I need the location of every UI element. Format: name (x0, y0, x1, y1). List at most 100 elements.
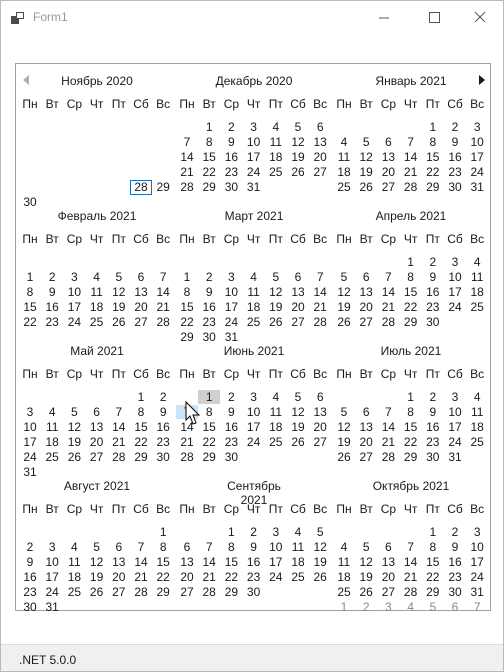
calendar-day[interactable]: 27 (309, 165, 331, 179)
calendar-day[interactable]: 27 (130, 315, 152, 329)
calendar-day[interactable]: 17 (220, 300, 242, 314)
calendar-day[interactable]: 3 (19, 405, 41, 419)
next-month-arrow-icon[interactable] (478, 75, 486, 85)
calendar-day[interactable]: 5 (333, 405, 355, 419)
calendar-day[interactable]: 3 (41, 540, 63, 554)
calendar-day[interactable]: 25 (333, 585, 355, 599)
calendar-day[interactable]: 22 (130, 435, 152, 449)
calendar-day[interactable]: 3 (444, 390, 466, 404)
calendar-day[interactable]: 30 (444, 585, 466, 599)
calendar-day[interactable]: 15 (400, 285, 422, 299)
calendar-day[interactable]: 8 (400, 270, 422, 284)
calendar-day[interactable]: 19 (86, 570, 108, 584)
calendar-day[interactable]: 13 (355, 420, 377, 434)
calendar-day[interactable]: 11 (63, 555, 85, 569)
calendar-day[interactable]: 26 (287, 165, 309, 179)
calendar-day[interactable]: 22 (400, 435, 422, 449)
calendar-day[interactable]: 8 (176, 285, 198, 299)
calendar-day[interactable]: 30 (152, 450, 174, 464)
calendar-day[interactable]: 24 (19, 450, 41, 464)
calendar-day[interactable]: 18 (41, 435, 63, 449)
calendar-day[interactable]: 29 (400, 450, 422, 464)
calendar-day[interactable]: 27 (377, 180, 399, 194)
calendar-day[interactable]: 1 (220, 525, 242, 539)
calendar-day[interactable]: 18 (265, 150, 287, 164)
calendar-day[interactable]: 9 (422, 405, 444, 419)
calendar-day[interactable]: 11 (41, 420, 63, 434)
calendar-day[interactable]: 7 (377, 405, 399, 419)
calendar-day[interactable]: 9 (243, 540, 265, 554)
calendar-day[interactable]: 25 (287, 570, 309, 584)
calendar-day[interactable]: 6 (444, 600, 466, 614)
calendar-day[interactable]: 19 (108, 300, 130, 314)
calendar-day[interactable]: 20 (130, 300, 152, 314)
close-button[interactable] (457, 3, 503, 32)
calendar-day[interactable]: 28 (198, 585, 220, 599)
calendar-day[interactable]: 13 (86, 420, 108, 434)
month-title[interactable]: Февраль 2021 (57, 209, 137, 223)
calendar-day[interactable]: 9 (444, 540, 466, 554)
calendar-day[interactable]: 11 (466, 270, 488, 284)
calendar-day[interactable]: 9 (220, 135, 242, 149)
calendar-day[interactable]: 27 (377, 585, 399, 599)
calendar-day[interactable]: 28 (130, 180, 152, 195)
calendar-day[interactable]: 8 (198, 135, 220, 149)
calendar-day[interactable]: 10 (466, 135, 488, 149)
calendar-day[interactable]: 6 (176, 540, 198, 554)
calendar-day[interactable]: 26 (333, 315, 355, 329)
calendar-day[interactable]: 2 (444, 525, 466, 539)
calendar-day[interactable]: 15 (422, 555, 444, 569)
calendar-day[interactable]: 24 (466, 165, 488, 179)
calendar-day[interactable]: 14 (377, 285, 399, 299)
calendar-day[interactable]: 5 (333, 270, 355, 284)
calendar-day[interactable]: 1 (19, 270, 41, 284)
calendar-day[interactable]: 10 (243, 135, 265, 149)
calendar-day[interactable]: 6 (130, 270, 152, 284)
calendar-day[interactable]: 25 (86, 315, 108, 329)
calendar-day[interactable]: 9 (444, 135, 466, 149)
calendar-day[interactable]: 18 (287, 555, 309, 569)
calendar-day[interactable]: 4 (265, 390, 287, 404)
calendar-day[interactable]: 11 (287, 540, 309, 554)
calendar-day[interactable]: 20 (309, 420, 331, 434)
calendar-day[interactable]: 6 (355, 270, 377, 284)
calendar-day[interactable]: 4 (63, 540, 85, 554)
calendar-day[interactable]: 20 (377, 165, 399, 179)
calendar-day[interactable]: 1 (422, 525, 444, 539)
calendar-day[interactable]: 9 (198, 285, 220, 299)
calendar-day[interactable]: 3 (444, 255, 466, 269)
calendar-day[interactable]: 21 (400, 165, 422, 179)
calendar-day[interactable]: 22 (152, 570, 174, 584)
calendar-day[interactable]: 22 (220, 570, 242, 584)
calendar-day[interactable]: 2 (41, 270, 63, 284)
calendar-day[interactable]: 17 (243, 420, 265, 434)
calendar-day[interactable]: 28 (176, 450, 198, 464)
calendar-day[interactable]: 1 (400, 390, 422, 404)
calendar-day[interactable]: 1 (422, 120, 444, 134)
calendar-day[interactable]: 12 (355, 555, 377, 569)
calendar-day[interactable]: 28 (309, 315, 331, 329)
calendar-day[interactable]: 1 (198, 120, 220, 134)
calendar-day[interactable]: 8 (422, 540, 444, 554)
month-title[interactable]: Июль 2021 (371, 344, 451, 358)
calendar-day[interactable]: 10 (243, 405, 265, 419)
calendar-day[interactable]: 17 (243, 150, 265, 164)
calendar-day[interactable]: 4 (243, 270, 265, 284)
calendar-day[interactable]: 14 (152, 285, 174, 299)
calendar-day[interactable]: 10 (444, 270, 466, 284)
calendar-day[interactable]: 21 (198, 570, 220, 584)
calendar-day[interactable]: 12 (287, 405, 309, 419)
calendar-day[interactable]: 7 (400, 135, 422, 149)
month-title[interactable]: Июнь 2021 (214, 344, 294, 358)
calendar-day[interactable]: 23 (422, 300, 444, 314)
calendar-day[interactable]: 24 (63, 315, 85, 329)
calendar-day[interactable]: 7 (309, 270, 331, 284)
calendar-day[interactable]: 5 (287, 390, 309, 404)
calendar-day[interactable]: 15 (130, 420, 152, 434)
calendar-day[interactable]: 5 (265, 270, 287, 284)
calendar-day[interactable]: 8 (19, 285, 41, 299)
calendar-day[interactable]: 12 (333, 420, 355, 434)
calendar-day[interactable]: 10 (220, 285, 242, 299)
calendar-day[interactable]: 18 (466, 285, 488, 299)
title-bar[interactable]: Form1 (1, 1, 503, 34)
